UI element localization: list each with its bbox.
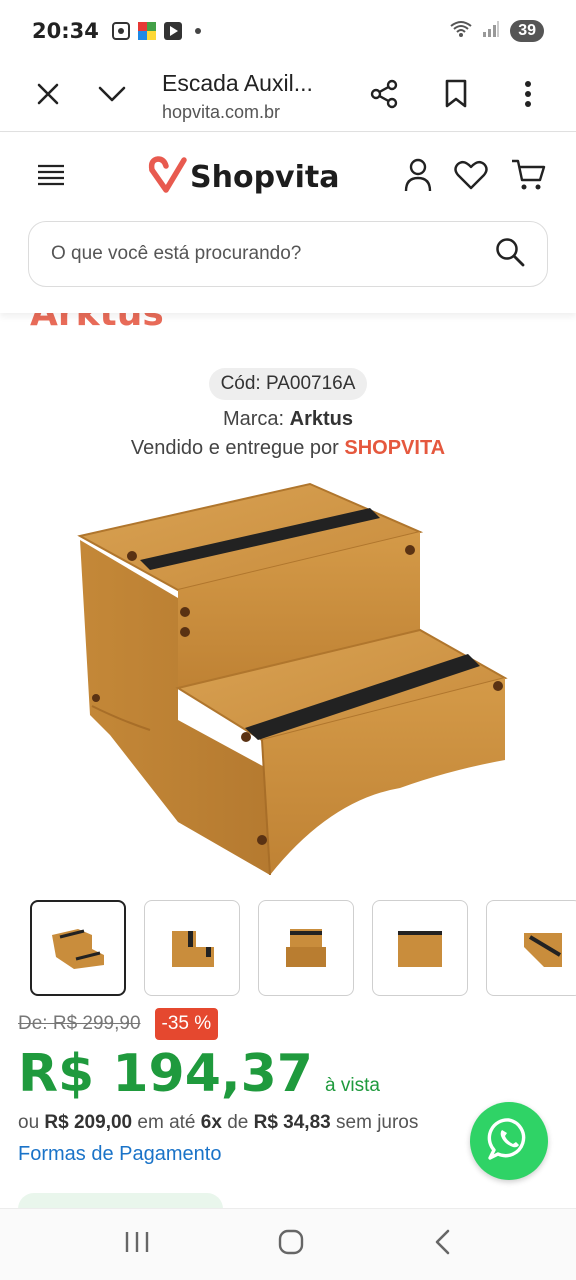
menu-icon bbox=[36, 164, 66, 191]
installment-value: R$ 34,83 bbox=[253, 1112, 331, 1133]
logo-text: Shopvita bbox=[190, 159, 340, 195]
close-icon bbox=[36, 82, 60, 111]
search-input[interactable] bbox=[51, 243, 495, 265]
discount-badge: -35 % bbox=[154, 1008, 219, 1040]
more-icon bbox=[524, 80, 532, 113]
battery-level: 39 bbox=[510, 20, 544, 42]
old-price: De: R$ 299,90 bbox=[18, 1013, 141, 1034]
installment-suffix: sem juros bbox=[336, 1112, 419, 1133]
old-price-row: De: R$ 299,90 -35 % bbox=[18, 1008, 219, 1040]
logo-heart-icon bbox=[148, 155, 188, 199]
seller-line: Vendido e entregue por SHOPVITA bbox=[0, 437, 576, 460]
payment-methods-link[interactable]: Formas de Pagamento bbox=[18, 1143, 221, 1166]
back-icon bbox=[432, 1229, 452, 1260]
product-brand-line: Marca: Arktus bbox=[0, 408, 576, 431]
whatsapp-icon bbox=[486, 1116, 532, 1167]
cart-icon bbox=[510, 159, 546, 196]
home-button[interactable] bbox=[277, 1228, 305, 1261]
seller-name: SHOPVITA bbox=[344, 437, 446, 459]
bookmark-button[interactable] bbox=[428, 69, 484, 125]
share-icon bbox=[369, 79, 399, 114]
signal-icon bbox=[482, 18, 500, 44]
installment-info: ou R$ 209,00 em até 6x de R$ 34,83 sem j… bbox=[18, 1112, 418, 1134]
user-icon bbox=[404, 158, 432, 196]
more-options-button[interactable] bbox=[500, 69, 556, 125]
wishlist-button[interactable] bbox=[454, 160, 488, 195]
minimize-button[interactable] bbox=[84, 69, 140, 125]
recents-button[interactable] bbox=[124, 1230, 150, 1259]
status-right: 39 bbox=[450, 18, 544, 44]
search-button[interactable] bbox=[495, 237, 525, 272]
product-thumbnail[interactable] bbox=[372, 900, 468, 996]
back-button[interactable] bbox=[432, 1228, 452, 1261]
search-bar[interactable] bbox=[28, 221, 548, 287]
browser-toolbar: Escada Auxil... hopvita.com.br bbox=[0, 62, 576, 132]
product-thumbnail[interactable] bbox=[144, 900, 240, 996]
product-thumbnail[interactable] bbox=[30, 900, 126, 996]
product-thumbnail[interactable] bbox=[258, 900, 354, 996]
browser-url: hopvita.com.br bbox=[162, 101, 281, 122]
product-main-image[interactable] bbox=[0, 470, 576, 890]
page: 20:34 39 Escada Auxil... hopvita.com.br … bbox=[0, 0, 576, 1280]
page-title-area[interactable]: Escada Auxil... hopvita.com.br bbox=[162, 70, 356, 123]
price-note: à vista bbox=[325, 1075, 380, 1096]
status-notification-icons bbox=[111, 21, 201, 41]
installment-count: 6x bbox=[200, 1112, 222, 1133]
recents-icon bbox=[124, 1232, 150, 1258]
status-time: 20:34 bbox=[32, 19, 99, 43]
home-icon bbox=[277, 1229, 305, 1260]
screenshot-icon bbox=[111, 21, 131, 41]
cart-button[interactable] bbox=[510, 158, 546, 197]
brand-name: Arktus bbox=[289, 408, 354, 430]
system-nav-bar bbox=[0, 1208, 576, 1280]
more-notifications-dot-icon bbox=[194, 28, 201, 34]
app-notification-icon bbox=[137, 21, 157, 41]
brand-label: Marca: bbox=[222, 408, 285, 430]
close-tab-button[interactable] bbox=[20, 69, 76, 125]
installment-of: de bbox=[227, 1112, 249, 1133]
menu-button[interactable] bbox=[36, 163, 66, 192]
browser-page-title: Escada Auxil... bbox=[162, 69, 313, 96]
wifi-icon bbox=[450, 18, 472, 44]
heart-icon bbox=[454, 160, 488, 194]
whatsapp-button[interactable] bbox=[470, 1102, 548, 1180]
share-button[interactable] bbox=[356, 69, 412, 125]
chevron-down-icon bbox=[98, 84, 126, 109]
installment-mid: em até bbox=[137, 1112, 196, 1133]
site-header-top: Shopvita bbox=[0, 133, 576, 221]
installment-total: R$ 209,00 bbox=[44, 1112, 133, 1133]
current-price: R$ 194,37 bbox=[18, 1044, 313, 1104]
account-button[interactable] bbox=[404, 158, 432, 197]
status-bar: 20:34 39 bbox=[0, 0, 576, 62]
bookmark-icon bbox=[444, 79, 468, 114]
product-thumbnail[interactable] bbox=[486, 900, 576, 996]
product-meta: Cód: PA00716A Marca: Arktus Vendido e en… bbox=[0, 368, 576, 460]
product-code: Cód: PA00716A bbox=[208, 368, 368, 400]
product-thumbnails bbox=[30, 900, 576, 996]
play-store-icon bbox=[163, 21, 183, 41]
search-icon bbox=[495, 237, 525, 271]
site-logo[interactable]: Shopvita bbox=[148, 155, 340, 199]
site-header: Shopvita bbox=[0, 133, 576, 313]
installment-prefix: ou bbox=[18, 1112, 40, 1133]
seller-label: Vendido e entregue por bbox=[130, 437, 339, 459]
header-actions bbox=[404, 158, 546, 197]
price-row: R$ 194,37 à vista bbox=[18, 1044, 380, 1104]
